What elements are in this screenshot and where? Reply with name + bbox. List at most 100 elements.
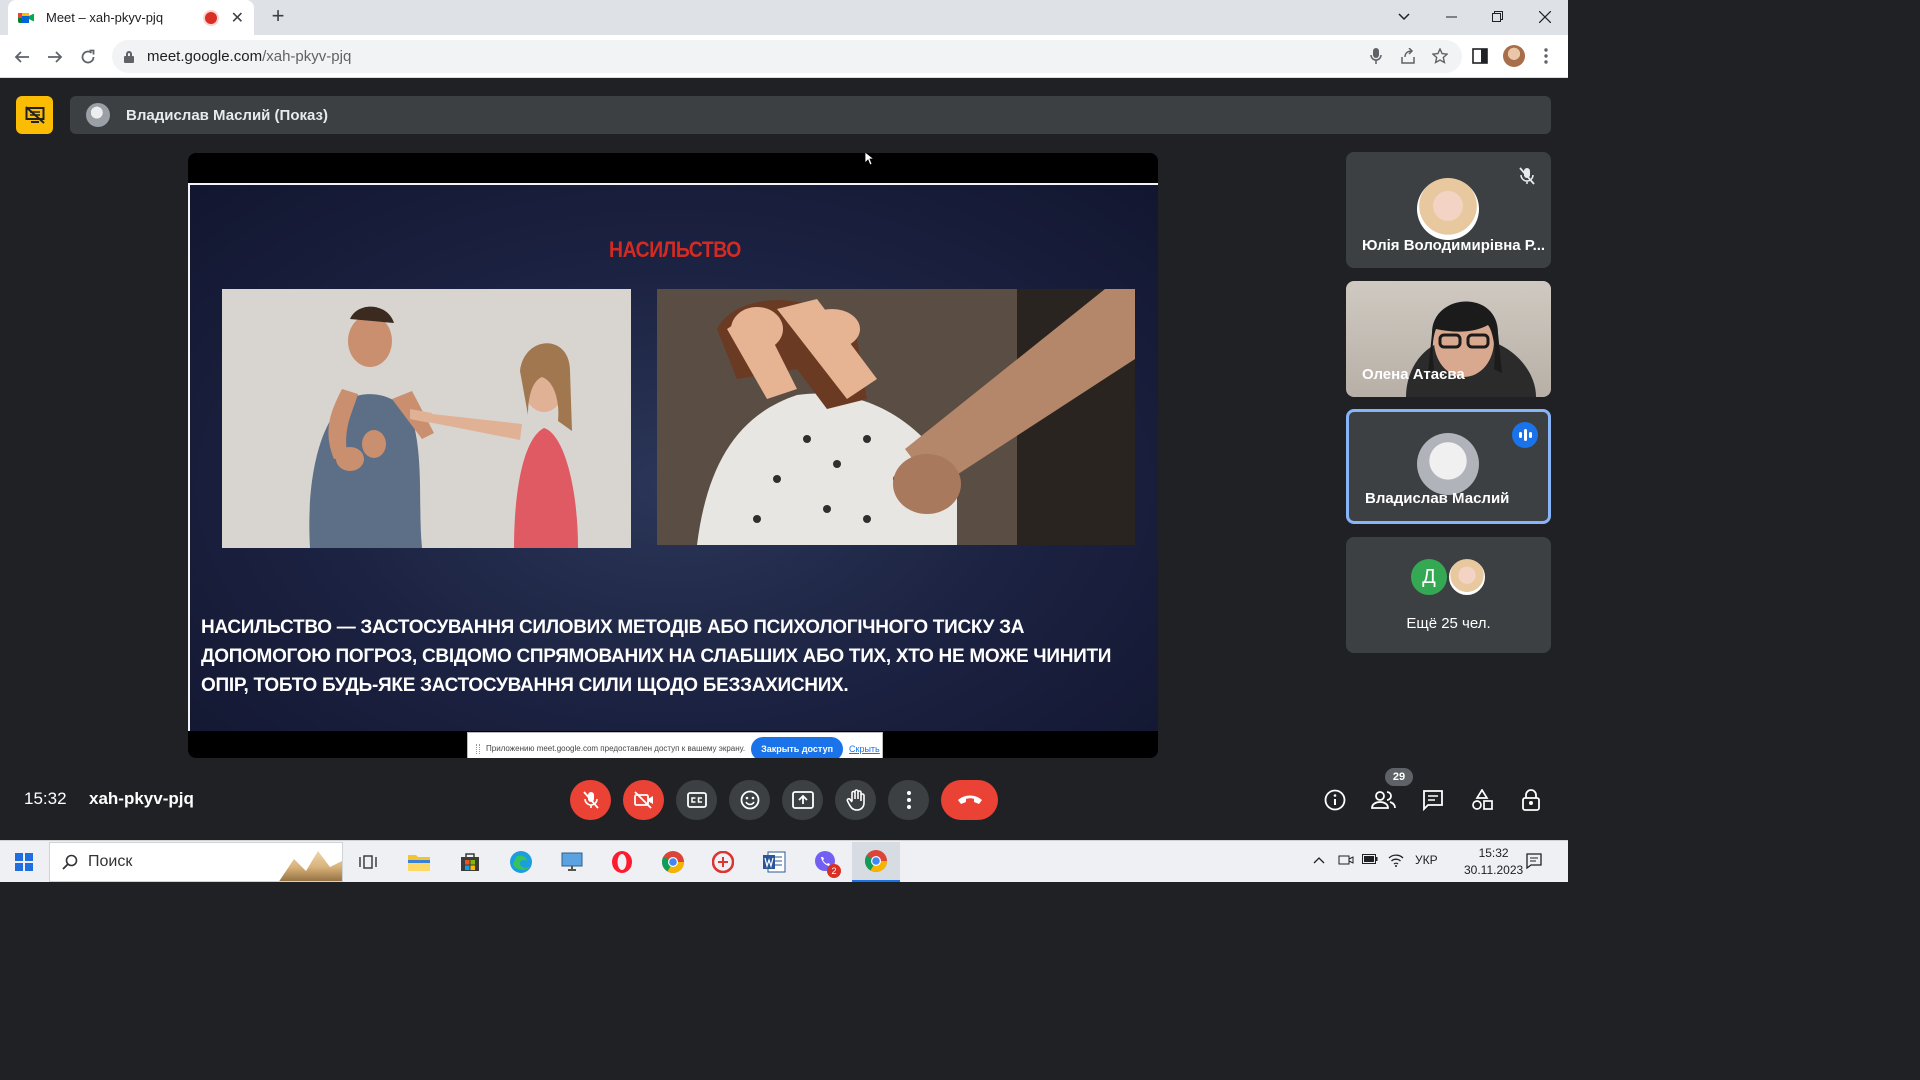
restore-button[interactable] bbox=[1474, 0, 1520, 35]
tab-title: Meet – xah-pkyv-pjq bbox=[46, 10, 164, 25]
forward-button[interactable] bbox=[41, 43, 69, 71]
participant-name: Юлія Володимирівна Р... bbox=[1362, 237, 1546, 254]
tab-search-chevron-icon[interactable] bbox=[1381, 0, 1427, 35]
emoji-icon bbox=[740, 790, 759, 810]
screen-share-notice: Приложению meet.google.com предоставлен … bbox=[467, 732, 883, 758]
more-vertical-icon bbox=[906, 791, 911, 809]
leave-call-button[interactable] bbox=[941, 780, 998, 820]
more-options-button[interactable] bbox=[888, 780, 929, 820]
bookmark-star-icon[interactable] bbox=[1430, 47, 1450, 68]
taskbar-search[interactable]: Поиск bbox=[49, 842, 343, 882]
search-highlight-illustration bbox=[278, 851, 342, 881]
participant-name: Владислав Маслий bbox=[1365, 490, 1510, 507]
tab-close-button[interactable]: ✕ bbox=[231, 8, 244, 28]
wifi-icon[interactable] bbox=[1388, 853, 1404, 870]
participant-avatar bbox=[1417, 433, 1479, 495]
stop-presenting-indicator[interactable] bbox=[16, 96, 53, 134]
viber-icon[interactable]: 2 bbox=[803, 842, 847, 882]
stop-sharing-button[interactable]: Закрыть доступ bbox=[751, 736, 844, 758]
back-button[interactable] bbox=[8, 43, 36, 71]
close-window-button[interactable] bbox=[1522, 0, 1568, 35]
slide-title: НАСИЛЬСТВО bbox=[609, 237, 741, 262]
opera-icon[interactable] bbox=[600, 842, 644, 882]
participant-tile-vladyslav[interactable]: Владислав Маслий bbox=[1346, 409, 1551, 524]
microsoft-store-icon[interactable] bbox=[448, 842, 492, 882]
viber-badge: 2 bbox=[827, 864, 841, 878]
webcam-tray-icon[interactable] bbox=[1338, 853, 1354, 870]
presenter-label: Владислав Маслий (Показ) bbox=[126, 106, 328, 124]
raise-hand-button[interactable] bbox=[835, 780, 876, 820]
notifications-icon[interactable] bbox=[1526, 853, 1542, 872]
remote-desktop-icon[interactable] bbox=[550, 842, 594, 882]
profile-avatar[interactable] bbox=[1503, 45, 1525, 67]
edge-icon[interactable] bbox=[499, 842, 543, 882]
browser-toolbar: meet.google.com/xah-pkyv-pjq bbox=[0, 35, 1568, 78]
side-panel-icon[interactable] bbox=[1468, 44, 1492, 68]
presenter-bar: Владислав Маслий (Показ) bbox=[70, 96, 1551, 134]
lock-person-icon bbox=[1522, 789, 1540, 811]
camera-toggle-button[interactable] bbox=[623, 780, 664, 820]
activities-shapes-icon bbox=[1472, 789, 1493, 810]
chrome-active-window-icon[interactable] bbox=[852, 842, 900, 882]
presenter-avatar bbox=[86, 103, 110, 127]
recording-icon bbox=[204, 11, 217, 24]
system-time: 15:32 bbox=[1478, 846, 1509, 860]
slide-photo-arguing-couple bbox=[222, 289, 631, 548]
mic-off-icon bbox=[582, 791, 599, 809]
chrome-icon[interactable] bbox=[651, 842, 695, 882]
hand-icon bbox=[846, 789, 865, 811]
address-bar[interactable]: meet.google.com/xah-pkyv-pjq bbox=[112, 40, 1462, 73]
word-icon[interactable] bbox=[752, 842, 796, 882]
drag-handle-icon[interactable] bbox=[476, 743, 480, 754]
share-notice-text: Приложению meet.google.com предоставлен … bbox=[486, 744, 746, 753]
input-language[interactable]: УКР bbox=[1415, 853, 1438, 867]
share-icon[interactable] bbox=[1398, 47, 1418, 68]
slide-body-text: НАСИЛЬСТВО — ЗАСТОСУВАННЯ СИЛОВИХ МЕТОДІ… bbox=[201, 617, 1112, 696]
participant-tile-olena[interactable]: Олена Атаєва bbox=[1346, 281, 1551, 397]
minimize-button[interactable] bbox=[1428, 0, 1474, 35]
hang-up-icon bbox=[957, 795, 982, 804]
system-date: 30.11.2023 bbox=[1464, 863, 1524, 877]
reload-button[interactable] bbox=[74, 43, 102, 71]
battery-icon[interactable] bbox=[1362, 853, 1378, 867]
tray-overflow-chevron-icon[interactable] bbox=[1313, 853, 1325, 867]
participant-mini-avatar bbox=[1447, 557, 1487, 597]
more-participants-tile[interactable]: Д Ещё 25 чел. bbox=[1346, 537, 1551, 653]
participant-avatar bbox=[1417, 178, 1479, 240]
participant-tile-yuliia[interactable]: Юлія Володимирівна Р... bbox=[1346, 152, 1551, 268]
more-participants-label: Ещё 25 чел. bbox=[1406, 615, 1491, 632]
people-button[interactable] bbox=[1370, 786, 1398, 814]
present-screen-button[interactable] bbox=[782, 780, 823, 820]
search-placeholder: Поиск bbox=[88, 853, 133, 870]
screen-share-off-icon bbox=[24, 106, 45, 124]
windows-start-icon[interactable] bbox=[15, 853, 33, 871]
participant-count-badge: 29 bbox=[1385, 768, 1413, 786]
closed-captions-icon bbox=[686, 792, 707, 808]
microphone-toggle-button[interactable] bbox=[570, 780, 611, 820]
google-meet-icon bbox=[18, 10, 34, 26]
host-controls-button[interactable] bbox=[1517, 786, 1545, 814]
system-clock[interactable]: 15:32 30.11.2023 bbox=[1464, 845, 1523, 879]
hide-notice-link[interactable]: Скрыть bbox=[849, 744, 880, 754]
microphone-icon[interactable] bbox=[1366, 48, 1386, 68]
activities-button[interactable] bbox=[1468, 786, 1496, 814]
browser-tab-meet[interactable]: Meet – xah-pkyv-pjq ✕ bbox=[8, 0, 254, 35]
windows-taskbar: Поиск 2 УКР 15:32 30.11.2023 bbox=[0, 840, 1568, 882]
meeting-details-button[interactable] bbox=[1321, 786, 1349, 814]
chat-button[interactable] bbox=[1419, 786, 1447, 814]
reactions-button[interactable] bbox=[729, 780, 770, 820]
info-icon bbox=[1324, 789, 1346, 811]
camera-off-icon bbox=[633, 791, 653, 809]
presentation-slide: НАСИЛЬСТВО НАСИЛЬСТВО — ЗАСТОСУВАННЯ СИЛ… bbox=[188, 183, 1158, 758]
lock-icon[interactable] bbox=[124, 50, 134, 63]
participant-initial-avatar: Д bbox=[1409, 557, 1449, 597]
app-tray-icon[interactable] bbox=[701, 842, 745, 882]
task-view-icon[interactable] bbox=[346, 842, 390, 882]
new-tab-button[interactable]: + bbox=[266, 5, 290, 29]
chat-icon bbox=[1423, 790, 1443, 811]
shared-screen: НАСИЛЬСТВО НАСИЛЬСТВО — ЗАСТОСУВАННЯ СИЛ… bbox=[188, 153, 1158, 758]
file-explorer-icon[interactable] bbox=[397, 842, 441, 882]
chrome-menu-icon[interactable] bbox=[1534, 44, 1558, 68]
participant-name: Олена Атаєва bbox=[1362, 366, 1465, 383]
captions-button[interactable] bbox=[676, 780, 717, 820]
